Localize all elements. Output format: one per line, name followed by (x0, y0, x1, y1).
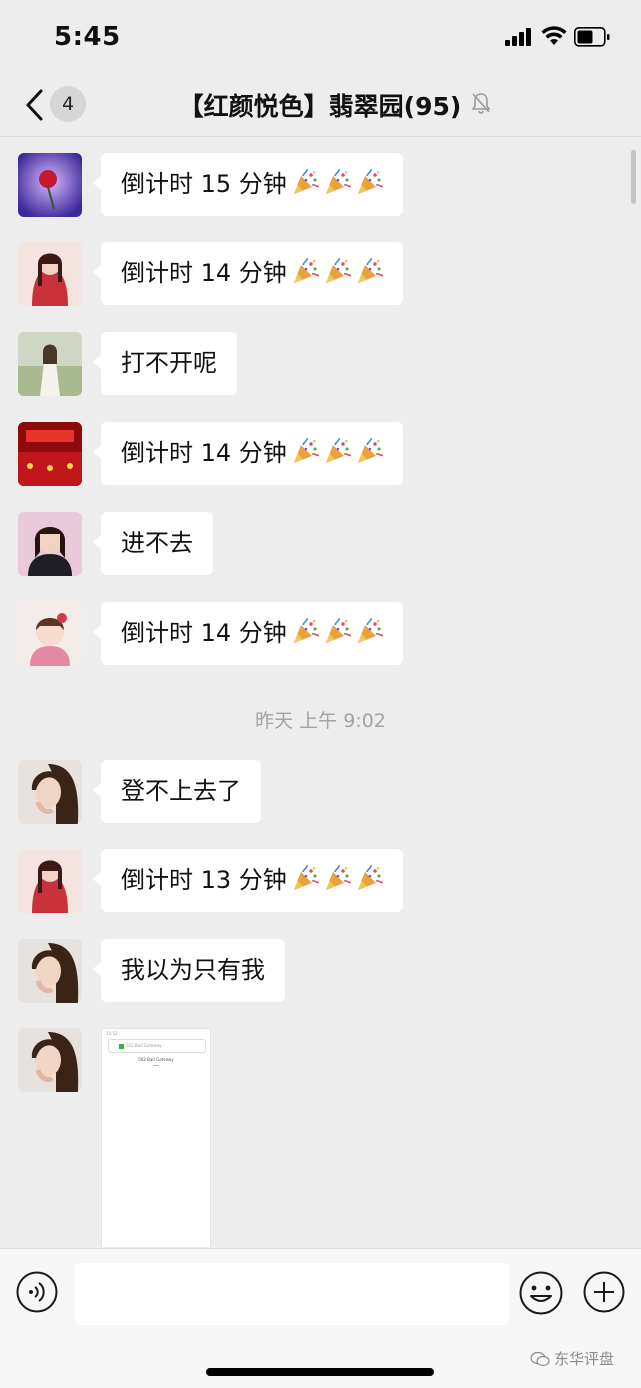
message-text: 登不上去了 (121, 777, 241, 805)
party-popper-emojis (287, 438, 383, 467)
party-popper-icon (325, 258, 351, 283)
message-text: 进不去 (121, 529, 193, 557)
message-text: 倒计时 13 分钟 (121, 866, 287, 894)
chat-title: 【红颜悦色】翡翠园(95) (178, 92, 462, 121)
battery-icon (574, 27, 610, 47)
watermark-text: 东华评盘 (554, 1350, 615, 1368)
image-message[interactable]: 15:52 502 Bad Gateway 502 Bad Gateway (101, 1028, 211, 1247)
emoji-button[interactable] (519, 1271, 563, 1315)
message-text: 倒计时 14 分钟 (121, 439, 287, 467)
message-timestamp: 昨天 上午 9:02 (255, 710, 386, 732)
party-popper-icon (293, 438, 319, 463)
home-indicator[interactable] (206, 1368, 434, 1376)
party-popper-icon (357, 258, 383, 283)
avatar[interactable] (18, 602, 82, 666)
message-bubble[interactable]: 倒计时 14 分钟 (93, 242, 403, 305)
message-input[interactable] (75, 1263, 509, 1325)
back-button[interactable]: 4 (18, 84, 94, 124)
avatar[interactable] (18, 242, 82, 306)
message-text: 倒计时 15 分钟 (121, 170, 287, 198)
thumbnail-search-bar: 502 Bad Gateway (108, 1039, 206, 1053)
wifi-icon (541, 26, 567, 45)
input-bar: 东华评盘 (0, 1248, 641, 1388)
party-popper-icon (325, 865, 351, 890)
party-popper-icon (357, 618, 383, 643)
message-bubble[interactable]: 倒计时 15 分钟 (93, 153, 403, 216)
message-list[interactable]: 倒计时 15 分钟 倒计时 14 分钟 打不开呢 倒计时 14 分钟 进不去 倒… (0, 137, 641, 1247)
voice-input-button[interactable] (16, 1271, 58, 1313)
chat-header: 4 【红颜悦色】翡翠园(95) (0, 76, 641, 137)
message-text: 打不开呢 (121, 349, 217, 377)
party-popper-icon (325, 438, 351, 463)
party-popper-icon (293, 865, 319, 890)
party-popper-icon (357, 438, 383, 463)
mute-bell-icon (471, 93, 491, 114)
party-popper-icon (293, 258, 319, 283)
party-popper-icon (293, 618, 319, 643)
avatar[interactable] (18, 153, 82, 217)
message-bubble[interactable]: 我以为只有我 (93, 939, 285, 1002)
message-bubble[interactable]: 登不上去了 (93, 760, 261, 823)
avatar[interactable] (18, 422, 82, 486)
message-bubble[interactable]: 倒计时 14 分钟 (93, 422, 403, 485)
message-bubble[interactable]: 进不去 (93, 512, 213, 575)
avatar[interactable] (18, 760, 82, 824)
party-popper-icon (357, 169, 383, 194)
wechat-logo-icon (530, 1351, 550, 1367)
thumbnail-divider (153, 1065, 159, 1066)
message-bubble[interactable]: 打不开呢 (93, 332, 237, 395)
party-popper-icon (293, 169, 319, 194)
message-text: 倒计时 14 分钟 (121, 619, 287, 647)
watermark: 东华评盘 (530, 1348, 614, 1369)
unread-count-badge: 4 (50, 86, 86, 122)
signal-icon (505, 28, 535, 46)
thumbnail-search-text: 502 Bad Gateway (126, 1043, 162, 1048)
status-bar: 5:45 (0, 0, 641, 76)
avatar[interactable] (18, 1028, 82, 1092)
message-bubble[interactable]: 倒计时 13 分钟 (93, 849, 403, 912)
message-text: 我以为只有我 (121, 956, 265, 984)
party-popper-icon (325, 169, 351, 194)
status-time: 5:45 (54, 22, 121, 52)
avatar[interactable] (18, 512, 82, 576)
avatar[interactable] (18, 332, 82, 396)
party-popper-icon (357, 865, 383, 890)
party-popper-emojis (287, 258, 383, 287)
message-text: 倒计时 14 分钟 (121, 259, 287, 287)
chevron-left-icon (26, 89, 43, 121)
party-popper-emojis (287, 865, 383, 894)
party-popper-icon (325, 618, 351, 643)
message-bubble[interactable]: 倒计时 14 分钟 (93, 602, 403, 665)
avatar[interactable] (18, 939, 82, 1003)
more-actions-button[interactable] (583, 1271, 625, 1313)
avatar[interactable] (18, 849, 82, 913)
party-popper-emojis (287, 169, 383, 198)
thumbnail-heading: 502 Bad Gateway (138, 1057, 174, 1062)
thumbnail-status-time: 15:52 (106, 1031, 118, 1036)
scrollbar[interactable] (631, 150, 636, 204)
party-popper-emojis (287, 618, 383, 647)
